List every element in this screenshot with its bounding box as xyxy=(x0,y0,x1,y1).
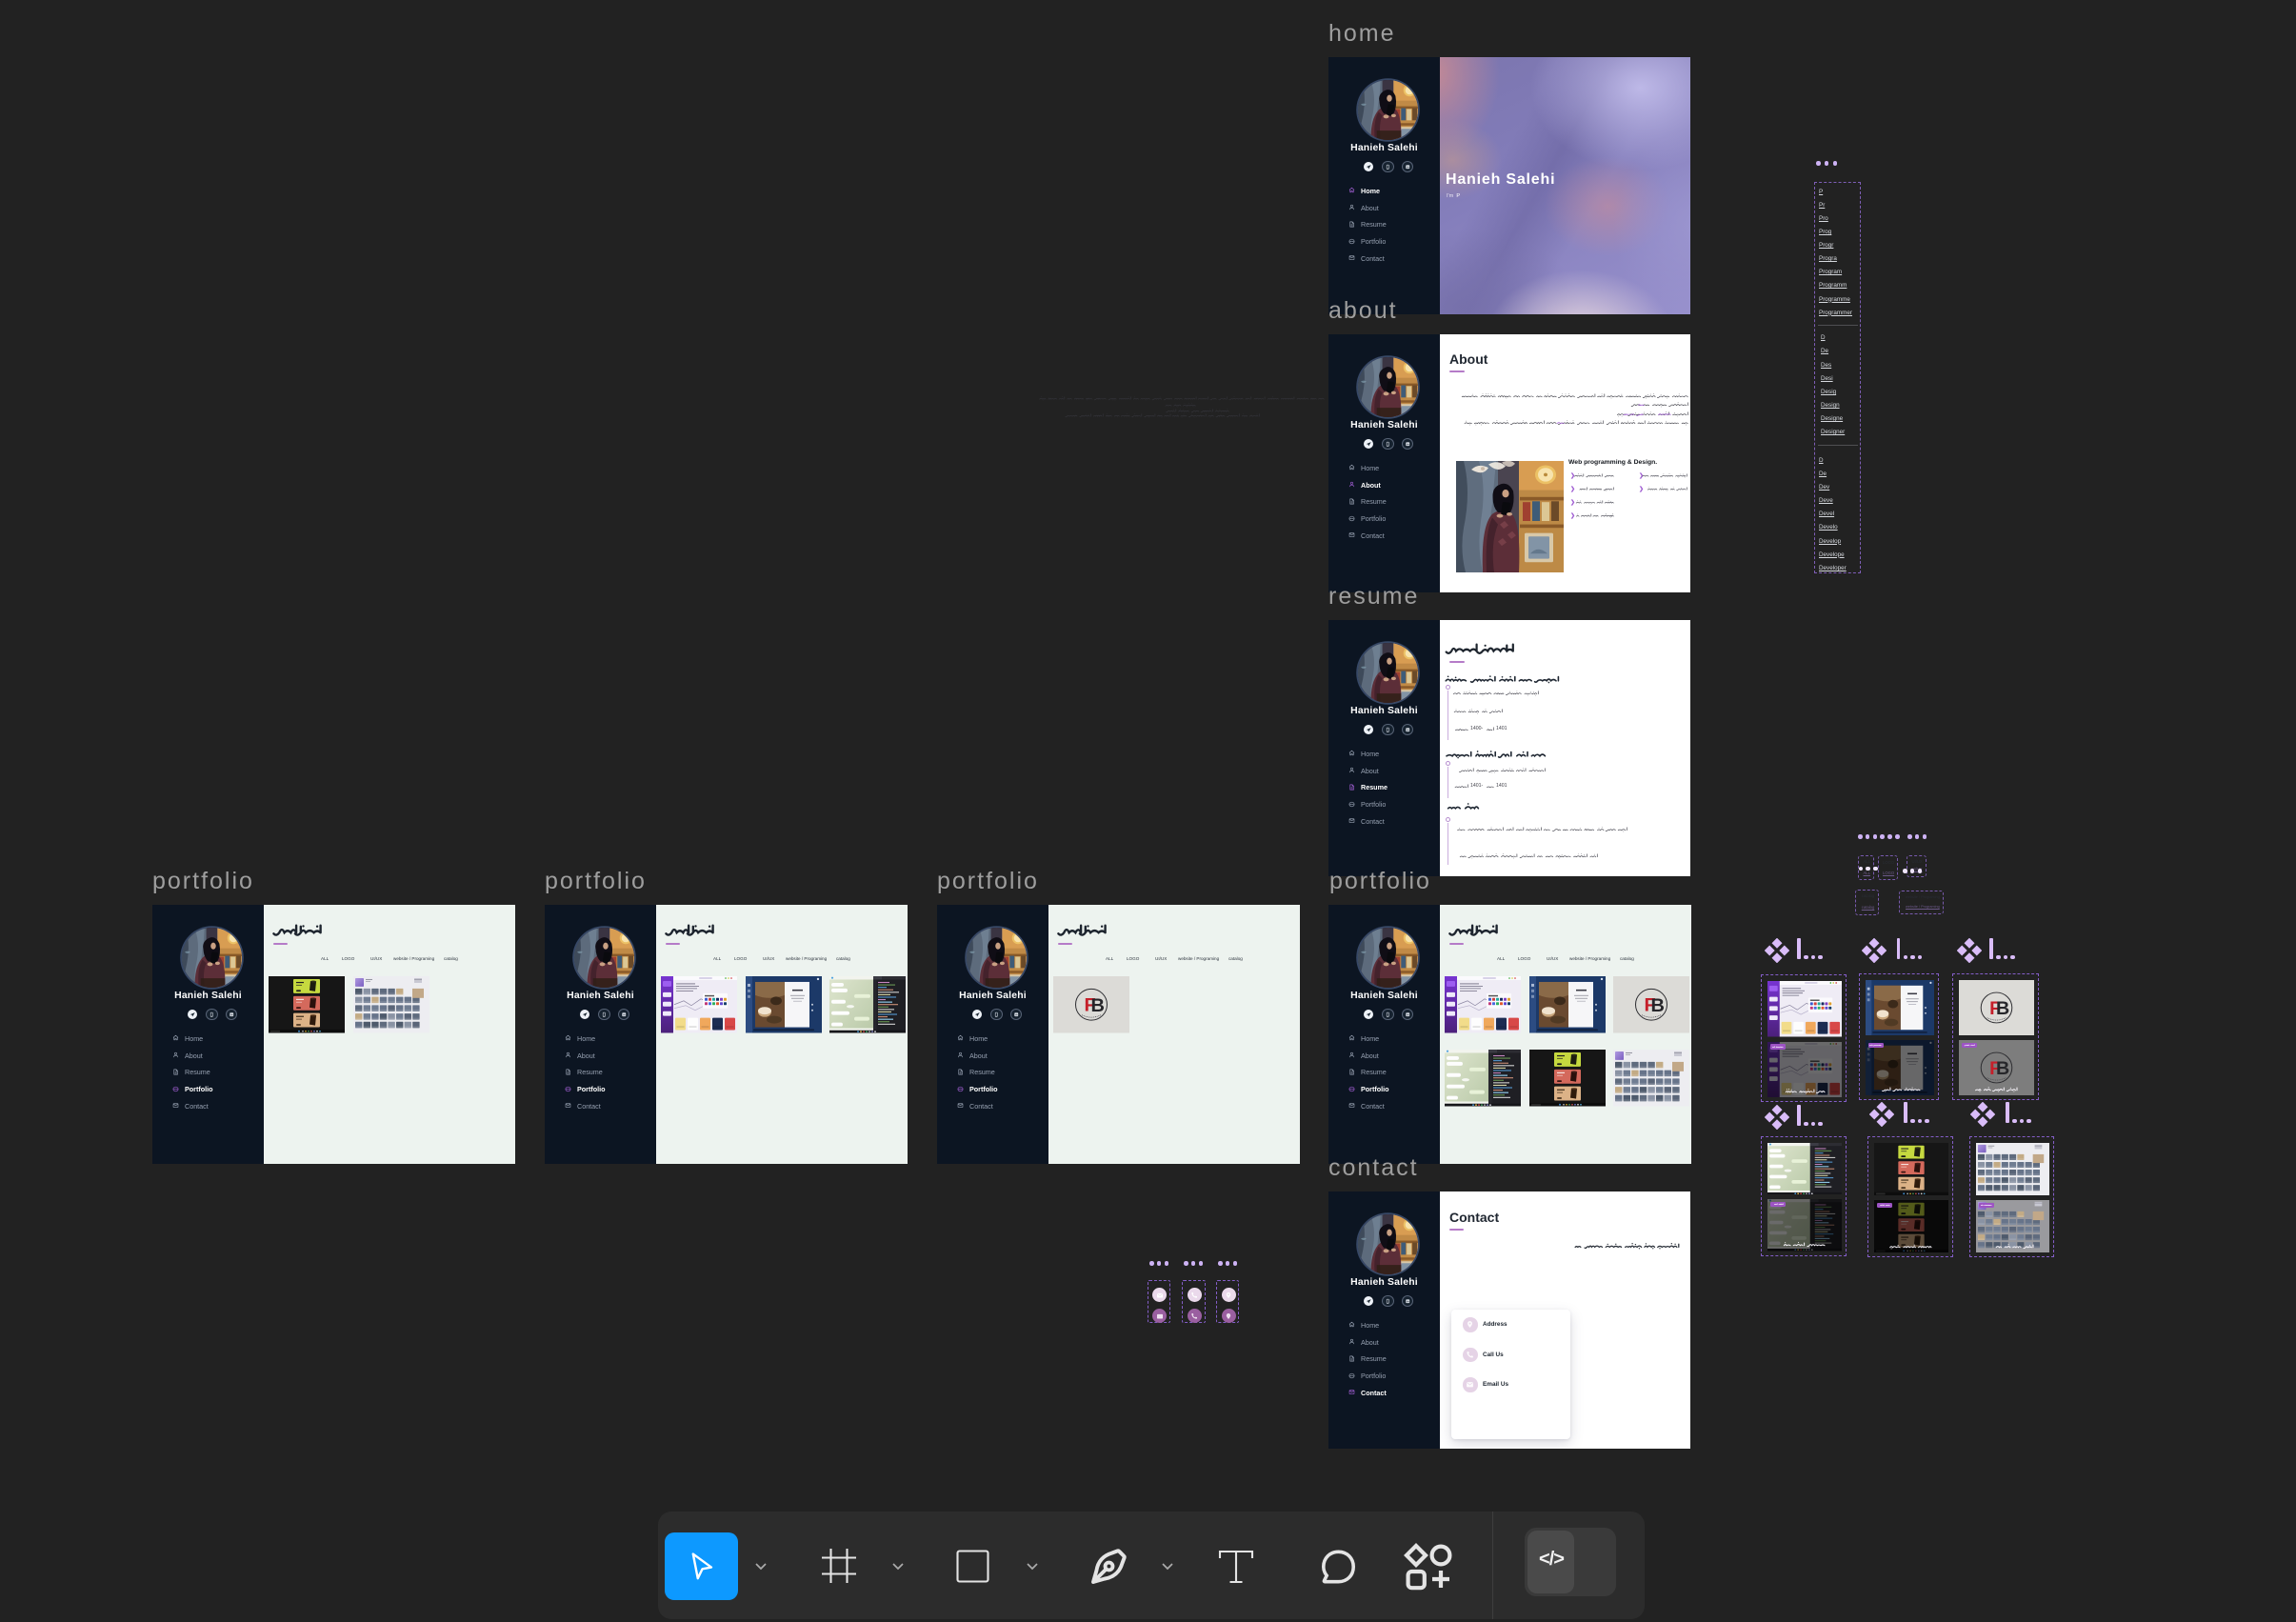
svg-text:B: B xyxy=(1996,1058,2009,1079)
svg-text:B: B xyxy=(1651,995,1665,1016)
svg-text:B: B xyxy=(1091,995,1105,1016)
svg-text:B: B xyxy=(1996,998,2009,1019)
